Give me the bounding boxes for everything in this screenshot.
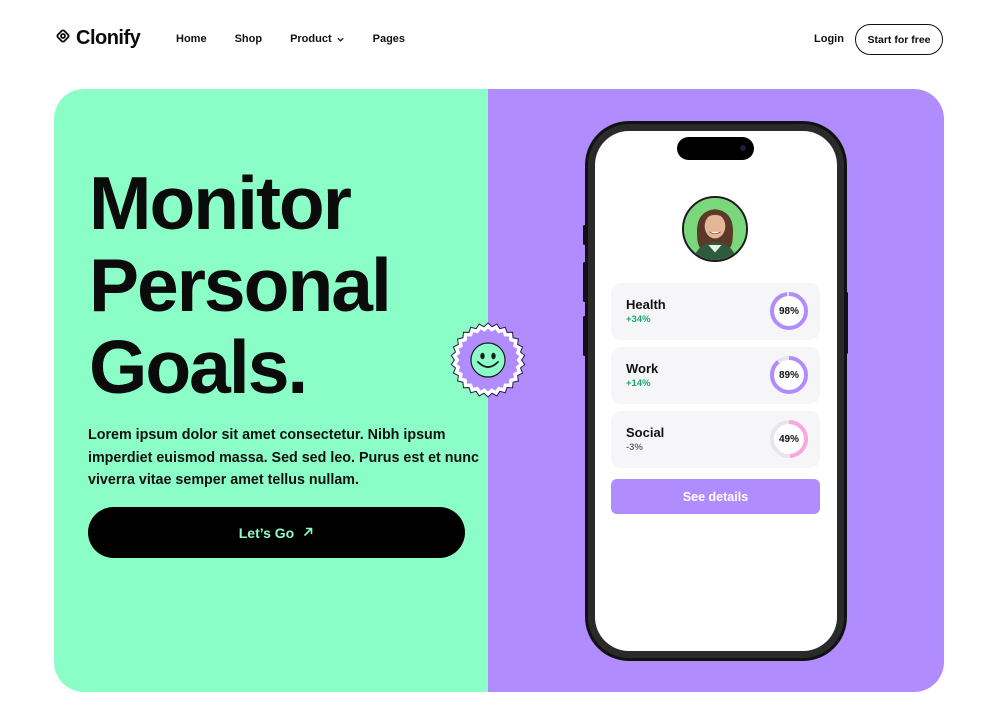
flower-logo-icon [54, 27, 72, 50]
nav-link-label: Product [290, 33, 332, 45]
nav-link-pages[interactable]: Pages [373, 33, 405, 45]
smiley-face-icon [450, 322, 526, 398]
dynamic-island [677, 137, 754, 160]
headline-line: Monitor [89, 161, 352, 245]
chevron-down-icon [336, 35, 345, 44]
hero-headline: Monitor Personal Goals. [89, 161, 392, 409]
goal-title: Work [626, 361, 659, 376]
goal-change: +34% [626, 314, 651, 325]
nav-link-product[interactable]: Product [290, 33, 345, 45]
nav-link-label: Home [176, 33, 207, 45]
hero-description: Lorem ipsum dolor sit amet consectetur. … [88, 427, 479, 488]
nav-links: Home Shop Product Pages [176, 33, 433, 45]
see-details-button[interactable]: See details [611, 479, 820, 514]
nav-link-label: Pages [372, 33, 406, 45]
progress-percent: 98% [778, 305, 799, 317]
goal-title: Health [626, 297, 666, 312]
progress-percent: 49% [778, 433, 799, 445]
goal-card-work[interactable]: Work +14% 89% [611, 347, 820, 404]
nav-link-home[interactable]: Home [176, 33, 207, 45]
brand-logo[interactable]: Clonify [54, 27, 141, 50]
avatar[interactable] [682, 196, 748, 262]
nav-link-label: Shop [234, 33, 263, 45]
progress-percent: 89% [778, 369, 799, 381]
headline-line: Personal [89, 243, 392, 327]
brand-name: Clonify [76, 27, 141, 49]
goal-change: -3% [626, 442, 643, 453]
headline-line: Goals. [89, 325, 308, 409]
nav-link-shop[interactable]: Shop [235, 33, 263, 45]
camera-dot [740, 145, 746, 151]
start-for-free-button[interactable]: Start for free [855, 24, 943, 55]
top-navigation: Clonify Home Shop Product Pages Login St… [0, 0, 992, 80]
goal-title: Social [626, 425, 665, 440]
arrow-up-right-icon [302, 525, 314, 541]
goal-change: +14% [626, 378, 651, 389]
goal-card-social[interactable]: Social -3% 49% [611, 411, 820, 468]
login-link[interactable]: Login [814, 33, 844, 45]
goal-card-health[interactable]: Health +34% 98% [611, 283, 820, 340]
hero-left-panel: Monitor Personal Goals. Lorem ipsum dolo… [54, 89, 488, 692]
lets-go-label: Let’s Go [238, 524, 295, 541]
lets-go-button[interactable]: Let’s Go [88, 507, 465, 558]
